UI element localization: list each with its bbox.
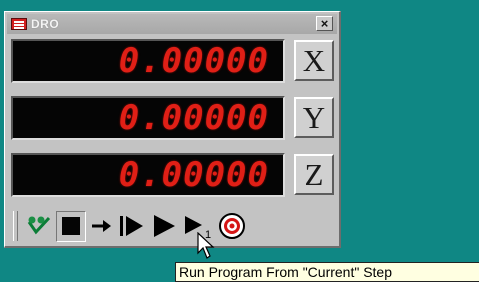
readout-z: 0.00000	[11, 153, 285, 197]
program-toolbar: 1	[11, 208, 333, 244]
play-icon	[154, 215, 175, 237]
axis-y-button[interactable]: Y	[294, 97, 334, 138]
dro-row-z: 0.00000 Z	[11, 153, 334, 201]
toolbar-grip[interactable]	[13, 211, 18, 241]
tooltip: Run Program From "Current" Step	[175, 262, 479, 282]
run-from-current-step-button[interactable]	[150, 210, 178, 242]
close-button[interactable]: ×	[316, 16, 333, 31]
axis-x-button[interactable]: X	[294, 40, 334, 81]
bar-play-icon	[120, 216, 143, 236]
window-title: DRO	[31, 17, 60, 31]
teach-button[interactable]	[26, 210, 52, 242]
arrow-right-icon	[92, 220, 111, 232]
stop-icon	[62, 217, 80, 235]
target-icon	[219, 213, 245, 239]
heart-check-icon	[27, 216, 51, 235]
step-forward-button[interactable]	[90, 210, 114, 242]
dro-row-x: 0.00000 X	[11, 39, 334, 87]
readout-x: 0.00000	[11, 39, 285, 83]
dro-window: DRO × 0.00000 X 0.00000 Y 0.00000 Z 1	[4, 11, 341, 248]
mouse-pointer-icon	[197, 232, 215, 259]
readout-y: 0.00000	[11, 96, 285, 140]
title-bar[interactable]: DRO ×	[7, 14, 337, 34]
dro-app-icon[interactable]	[11, 18, 27, 30]
stop-button[interactable]	[56, 210, 86, 242]
target-button[interactable]	[218, 210, 246, 242]
dro-row-y: 0.00000 Y	[11, 96, 334, 144]
run-from-start-button[interactable]	[118, 210, 146, 242]
axis-z-button[interactable]: Z	[294, 154, 334, 195]
